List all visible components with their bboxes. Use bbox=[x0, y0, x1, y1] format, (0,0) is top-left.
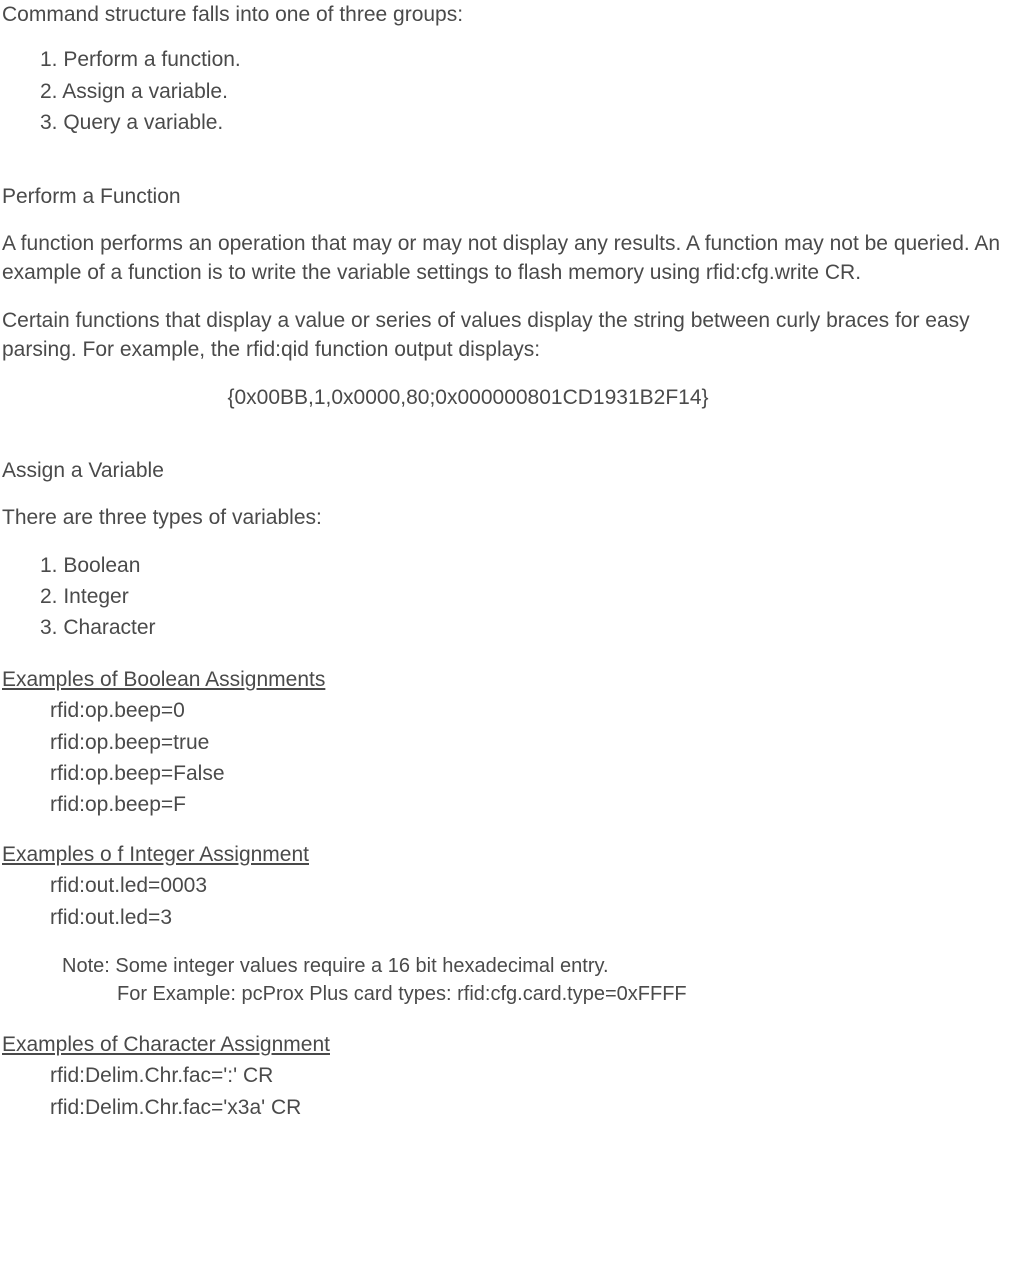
perform-heading: Perform a Function bbox=[2, 182, 1014, 211]
integer-examples-heading: Examples o f Integer Assignment bbox=[2, 840, 1014, 869]
perform-para1: A function performs an operation that ma… bbox=[2, 229, 1014, 288]
boolean-examples-heading: Examples of Boolean Assignments bbox=[2, 665, 1014, 694]
character-examples: rfid:Delim.Chr.fac=':' CR rfid:Delim.Chr… bbox=[50, 1061, 1014, 1122]
boolean-examples: rfid:op.beep=0 rfid:op.beep=true rfid:op… bbox=[50, 696, 1014, 820]
note-line: For Example: pcProx Plus card types: rfi… bbox=[117, 980, 1014, 1008]
list-item: 1. Perform a function. bbox=[40, 45, 1014, 74]
list-item: 2. Assign a variable. bbox=[40, 77, 1014, 106]
groups-list: 1. Perform a function. 2. Assign a varia… bbox=[40, 45, 1014, 137]
list-item: 3. Character bbox=[40, 613, 1014, 642]
list-item: 3. Query a variable. bbox=[40, 108, 1014, 137]
integer-note: Note: Some integer values require a 16 b… bbox=[62, 952, 1014, 1008]
example-line: rfid:op.beep=0 bbox=[50, 696, 1014, 725]
intro-text: Command structure falls into one of thre… bbox=[2, 0, 1014, 29]
perform-para2: Certain functions that display a value o… bbox=[2, 306, 1014, 365]
character-examples-heading: Examples of Character Assignment bbox=[2, 1030, 1014, 1059]
note-line: Note: Some integer values require a 16 b… bbox=[62, 952, 1014, 980]
qid-output-code: {0x00BB,1,0x0000,80;0x000000801CD1931B2F… bbox=[2, 383, 1014, 412]
variable-types-list: 1. Boolean 2. Integer 3. Character bbox=[40, 551, 1014, 643]
list-item: 2. Integer bbox=[40, 582, 1014, 611]
assign-heading: Assign a Variable bbox=[2, 456, 1014, 485]
list-item: 1. Boolean bbox=[40, 551, 1014, 580]
example-line: rfid:op.beep=False bbox=[50, 759, 1014, 788]
example-line: rfid:out.led=0003 bbox=[50, 871, 1014, 900]
assign-intro: There are three types of variables: bbox=[2, 503, 1014, 532]
example-line: rfid:op.beep=true bbox=[50, 728, 1014, 757]
integer-examples: rfid:out.led=0003 rfid:out.led=3 bbox=[50, 871, 1014, 932]
example-line: rfid:out.led=3 bbox=[50, 903, 1014, 932]
example-line: rfid:Delim.Chr.fac='x3a' CR bbox=[50, 1093, 1014, 1122]
example-line: rfid:op.beep=F bbox=[50, 790, 1014, 819]
example-line: rfid:Delim.Chr.fac=':' CR bbox=[50, 1061, 1014, 1090]
